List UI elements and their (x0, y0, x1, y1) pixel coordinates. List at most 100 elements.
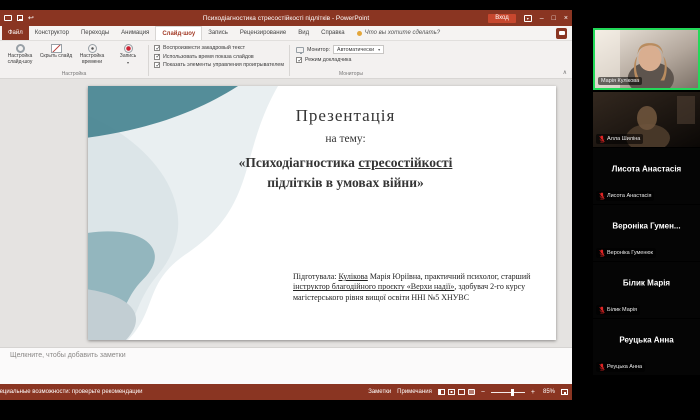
monitor-value: Автоматически (337, 47, 374, 53)
participant-display-name: Вероніка Гумен... (596, 222, 697, 231)
monitors-group: Монитор: Автоматически ▾ Режим докладчик… (292, 43, 410, 78)
tell-me-icon (357, 31, 362, 36)
screen: ↩ Психодіагностика стресостійкості підлі… (0, 0, 700, 420)
participant-label-text: Вероніка Гуменюк (607, 250, 653, 256)
participant-tile[interactable]: Лисота Анастасія Лисота Анастасія (593, 148, 700, 204)
zoom-slider-thumb[interactable] (511, 389, 514, 396)
slide-topic-line2: підлітків в умовах війни» (143, 173, 548, 193)
slide-sorter-view-icon[interactable] (448, 389, 455, 395)
participant-label: Лисота Анастасія (596, 191, 654, 201)
slide-canvas[interactable]: Презентація на тему: «Психодіагностика с… (88, 86, 556, 340)
checkbox-presenter-view[interactable]: Режим докладчика (296, 57, 406, 63)
participant-label: Алла Шиліна (596, 134, 643, 144)
tell-me-search[interactable]: Что вы хотите сделать? (351, 26, 446, 40)
maximize-button[interactable]: □ (552, 15, 556, 22)
checkbox-label: Воспроизвести закадровый текст (163, 45, 245, 51)
zoom-slider[interactable] (491, 389, 525, 396)
clock-icon (88, 44, 97, 53)
participant-display-name: Білик Марія (596, 279, 697, 288)
participant-label-text: Білик Марія (607, 307, 637, 313)
slide-topic-line1: «Психодіагностика стресостійкості (143, 153, 548, 173)
checkbox-checked-icon (296, 57, 302, 63)
gear-icon (16, 44, 25, 53)
tab-slideshow[interactable]: Слайд-шоу (155, 26, 202, 40)
participant-label: Вероніка Гуменюк (596, 248, 656, 258)
accessibility-text: Специальные возможности: проверьте реком… (0, 389, 142, 395)
notes-toggle-button[interactable]: Заметки (368, 389, 391, 395)
notes-placeholder: Щелкните, чтобы добавить заметки (10, 352, 126, 359)
monitor-select[interactable]: Автоматически ▾ (333, 45, 384, 54)
title-bar[interactable]: ↩ Психодіагностика стресостійкості підлі… (0, 10, 572, 26)
participant-video-tile[interactable]: Алла Шиліна (593, 92, 700, 147)
ribbon-tab-row: Файл Конструктор Переходы Анимация Слайд… (0, 26, 572, 41)
participant-tile[interactable]: Вероніка Гумен... Вероніка Гуменюк (593, 205, 700, 261)
group-label-monitors: Мониторы (292, 71, 410, 77)
tab-animations[interactable]: Анимация (115, 26, 155, 40)
slide-subtitle: на тему: (143, 133, 548, 145)
rehearse-timings-button[interactable]: Настройка времени (74, 43, 110, 70)
group-separator (148, 45, 149, 76)
ribbon: Настройка слайд-шоу Скрыть слайд Настрой… (0, 41, 572, 79)
playback-options: Воспроизвести закадровый текст Использов… (151, 43, 287, 78)
checkbox-label: Показать элементы управления проигрывате… (163, 62, 284, 68)
accessibility-status[interactable]: Специальные возможности: проверьте реком… (0, 389, 142, 395)
slideshow-view-icon[interactable] (468, 389, 475, 395)
tab-view[interactable]: Вид (292, 26, 315, 40)
slideshow-icon[interactable] (4, 15, 12, 21)
record-slideshow-button[interactable]: Запись ▾ (110, 43, 146, 70)
tab-file[interactable]: Файл (2, 26, 29, 40)
tab-record[interactable]: Запись (202, 26, 234, 40)
participant-label: Білик Марія (596, 305, 640, 315)
setup-group: Настройка слайд-шоу Скрыть слайд Настрой… (2, 43, 146, 78)
tab-help[interactable]: Справка (315, 26, 351, 40)
minimize-button[interactable]: – (540, 15, 544, 22)
reading-view-icon[interactable] (458, 389, 465, 395)
close-button[interactable]: × (564, 15, 568, 22)
notes-pane[interactable]: Щелкните, чтобы добавить заметки (0, 347, 572, 384)
participant-tile[interactable]: Реуцька Анна Реуцька Анна (593, 319, 700, 375)
mic-muted-icon (599, 135, 605, 143)
sign-in-button[interactable]: Вход (488, 14, 516, 23)
zoom-in-button[interactable]: + (531, 389, 535, 396)
checkbox-play-narrations[interactable]: Воспроизвести закадровый текст (154, 45, 284, 51)
participant-display-name: Реуцька Анна (596, 336, 697, 345)
normal-view-icon[interactable] (438, 389, 445, 395)
powerpoint-window: ↩ Психодіагностика стресостійкості підлі… (0, 10, 572, 400)
checkbox-label: Использовать время показа слайдов (163, 54, 254, 60)
slide-credits-block[interactable]: Підготувала: Кулікова Марія Юріївна, пра… (293, 272, 545, 303)
participant-tile[interactable]: Білик Марія Білик Марія (593, 262, 700, 318)
checkbox-use-timings[interactable]: Использовать время показа слайдов (154, 54, 284, 60)
hide-slide-button[interactable]: Скрыть слайд (38, 43, 74, 70)
tab-design[interactable]: Конструктор (29, 26, 75, 40)
undo-icon[interactable]: ↩ (28, 15, 34, 22)
monitor-label: Монитор: (307, 47, 330, 53)
slide-title-block[interactable]: Презентація на тему: «Психодіагностика с… (143, 106, 548, 194)
mic-muted-icon (599, 363, 605, 371)
tab-review[interactable]: Рецензирование (234, 26, 292, 40)
participant-video-tile[interactable]: Марія Кулікова (593, 28, 700, 90)
participant-label-text: Алла Шиліна (607, 136, 640, 142)
participant-label: Марія Кулікова (598, 77, 642, 85)
record-icon (124, 44, 133, 53)
button-label: Настройка слайд-шоу (2, 54, 38, 66)
tab-transitions[interactable]: Переходы (75, 26, 115, 40)
setup-slideshow-button[interactable]: Настройка слайд-шоу (2, 43, 38, 70)
comments-toggle-button[interactable]: Примечания (397, 389, 432, 395)
group-separator (289, 45, 290, 76)
comments-icon[interactable] (556, 28, 567, 39)
checkbox-show-media-controls[interactable]: Показать элементы управления проигрывате… (154, 62, 284, 68)
slide-editor-area: Презентація на тему: «Психодіагностика с… (0, 79, 572, 347)
checkbox-label: Режим докладчика (305, 57, 351, 63)
mic-muted-icon (599, 192, 605, 200)
save-icon[interactable] (17, 15, 23, 21)
fit-slide-icon[interactable] (561, 389, 568, 395)
window-title: Психодіагностика стресостійкості підлітк… (0, 15, 572, 22)
participant-display-name: Лисота Анастасія (596, 165, 697, 174)
zoom-percent[interactable]: 85% (541, 389, 555, 395)
participants-panel: Марія Кулікова Алла Шиліна (593, 0, 700, 420)
ribbon-display-options-icon[interactable]: ▾ (524, 15, 532, 22)
checkbox-checked-icon (154, 45, 160, 51)
hide-slide-icon (51, 44, 62, 53)
zoom-out-button[interactable]: − (481, 389, 485, 396)
collapse-ribbon-icon[interactable]: ∧ (563, 70, 567, 76)
